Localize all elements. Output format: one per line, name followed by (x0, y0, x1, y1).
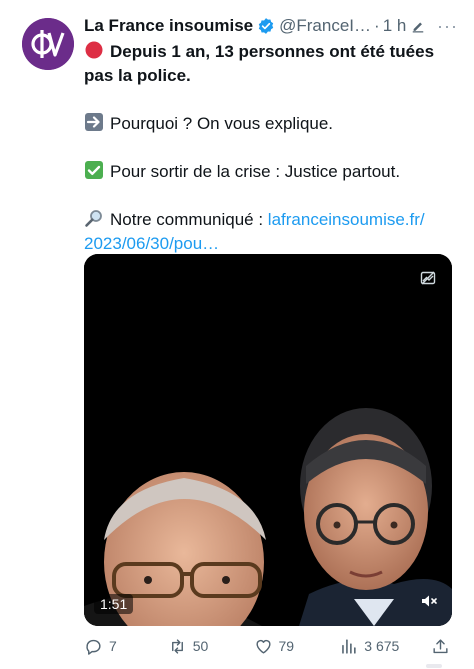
like-count: 79 (278, 638, 295, 654)
reply-button[interactable]: 7 (84, 637, 168, 656)
timestamp[interactable]: 1 h (383, 16, 407, 36)
like-button[interactable]: 79 (254, 637, 340, 656)
check-mark-icon (85, 161, 103, 179)
author-name[interactable]: La France insoumise (84, 16, 253, 36)
video-player[interactable]: 1:51 (84, 254, 452, 626)
video-duration: 1:51 (94, 594, 134, 614)
tweet-line-3: Pourquoi ? On vous explique. (84, 112, 464, 136)
verified-badge-icon (258, 18, 274, 34)
views-button[interactable]: 3 675 (339, 637, 431, 656)
tweet-line-2: pas la police. (84, 66, 191, 85)
share-icon (433, 638, 448, 653)
more-options-icon[interactable]: ··· (437, 16, 458, 37)
article-link-continued[interactable]: 2023/06/30/pou… (84, 232, 464, 256)
reply-count: 7 (109, 638, 117, 654)
tweet-line-5: Notre communiqué : lafranceinsoumise.fr/ (84, 208, 464, 232)
retweet-button[interactable]: 50 (168, 637, 254, 656)
share-button[interactable] (431, 637, 450, 656)
views-count: 3 675 (364, 638, 400, 654)
author-handle[interactable]: @FranceI… (279, 16, 371, 36)
views-icon (342, 638, 356, 654)
retweet-count: 50 (192, 638, 209, 654)
tweet-line-1: Depuis 1 an, 13 personnes ont été tuées (84, 40, 464, 64)
video-thumbnail (84, 254, 452, 626)
tweet-line-4: Pour sortir de la crise : Justice partou… (84, 160, 464, 184)
home-indicator (426, 664, 442, 668)
red-circle-icon (85, 41, 103, 59)
heart-icon (255, 639, 271, 654)
muted-speaker-icon[interactable] (420, 592, 438, 610)
separator: · (374, 16, 380, 35)
edited-pencil-icon (413, 22, 424, 33)
avatar[interactable] (22, 18, 74, 70)
altered-media-icon[interactable] (420, 270, 436, 286)
reply-icon (86, 639, 101, 655)
tweet-text: Depuis 1 an, 13 personnes ont été tuées … (84, 40, 464, 256)
magnifier-icon (85, 210, 102, 227)
tweet-header: La France insoumise @FranceI… · 1 h ··· (84, 14, 464, 38)
tweet-actions: 7 50 79 3 675 (84, 632, 464, 660)
retweet-icon (171, 638, 183, 654)
article-link[interactable]: lafranceinsoumise.fr/ (268, 210, 425, 229)
lfi-logo (22, 18, 74, 70)
right-arrow-icon (85, 113, 103, 131)
